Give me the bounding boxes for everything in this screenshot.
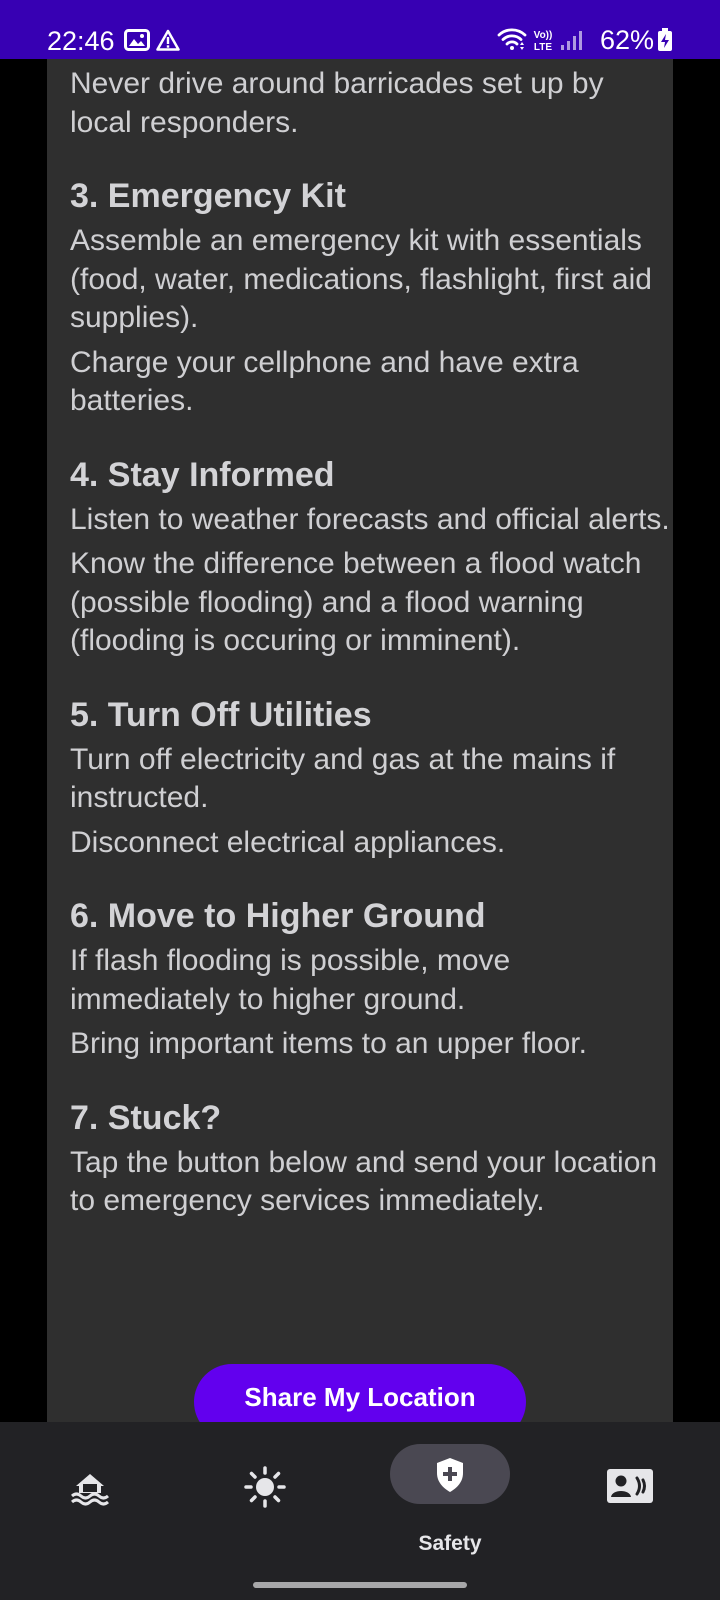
- section-emergency-kit: 3. Emergency Kit Assemble an emergency k…: [70, 176, 670, 421]
- app-screen: 22:46 Vo)) LTE 62% Never drive around ba…: [0, 0, 720, 1600]
- section-turn-off-utilities: 5. Turn Off Utilities Turn off electrici…: [70, 695, 670, 863]
- section-paragraph: Turn off electricity and gas at the main…: [70, 742, 616, 815]
- section-paragraph: Listen to weather forecasts and official…: [70, 502, 670, 536]
- svg-text:LTE: LTE: [534, 42, 552, 52]
- home-indicator[interactable]: [253, 1582, 467, 1588]
- section-move-to-higher-ground: 6. Move to Higher Ground If flash floodi…: [70, 896, 670, 1064]
- intro-paragraph: Never drive around barricades set up by …: [70, 67, 604, 139]
- signal-icon: [561, 31, 582, 50]
- safety-tips-content: Never drive around barricades set up by …: [70, 65, 670, 1221]
- section-title: 6. Move to Higher Ground: [70, 897, 486, 935]
- section-paragraph: Tap the button below and send your locat…: [70, 1145, 658, 1218]
- nav-item-flood[interactable]: [40, 1422, 170, 1572]
- section-paragraph: Charge your cellphone and have extra bat…: [70, 345, 579, 418]
- status-bar: 22:46 Vo)) LTE 62%: [0, 0, 720, 59]
- gesture-bar-area: [0, 1572, 720, 1600]
- safety-tips-card[interactable]: Never drive around barricades set up by …: [47, 59, 673, 1422]
- volte-icon: Vo)) LTE: [534, 30, 553, 52]
- status-time: 22:46: [47, 26, 115, 56]
- battery-charging-icon: [658, 28, 672, 51]
- battery-percentage: 62%: [600, 25, 655, 55]
- image-icon: [124, 29, 150, 51]
- section-paragraph: If flash flooding is possible, move imme…: [70, 944, 511, 1016]
- warning-icon: [156, 29, 180, 51]
- section-stuck: 7. Stuck? Tap the button below and send …: [70, 1098, 670, 1221]
- section-title: 7. Stuck?: [70, 1098, 222, 1137]
- section-paragraph: Bring important items to an upper floor.: [70, 1027, 587, 1060]
- nav-label-safety: Safety: [418, 1532, 482, 1555]
- section-paragraph: Know the difference between a flood watc…: [70, 547, 642, 657]
- flood-house-icon: [71, 1474, 109, 1506]
- shield-plus-icon: [437, 1458, 463, 1492]
- sun-icon: [244, 1466, 286, 1508]
- section-paragraph: Disconnect electrical appliances.: [70, 825, 506, 859]
- section-title: 4. Stay Informed: [70, 455, 335, 494]
- svg-text:Vo)): Vo)): [534, 30, 553, 41]
- nav-item-safety[interactable]: Safety: [360, 1422, 540, 1572]
- section-stay-informed: 4. Stay Informed Listen to weather forec…: [70, 455, 670, 661]
- contact-card-icon: [607, 1469, 653, 1503]
- section-title: 5. Turn Off Utilities: [70, 695, 372, 734]
- bottom-navigation: Safety: [0, 1422, 720, 1572]
- section-title: 3. Emergency Kit: [70, 177, 346, 215]
- nav-item-contacts[interactable]: [560, 1422, 700, 1572]
- wifi-icon: [497, 28, 527, 50]
- nav-item-weather[interactable]: [200, 1422, 330, 1572]
- section-paragraph: Assemble an emergency kit with essential…: [70, 224, 652, 334]
